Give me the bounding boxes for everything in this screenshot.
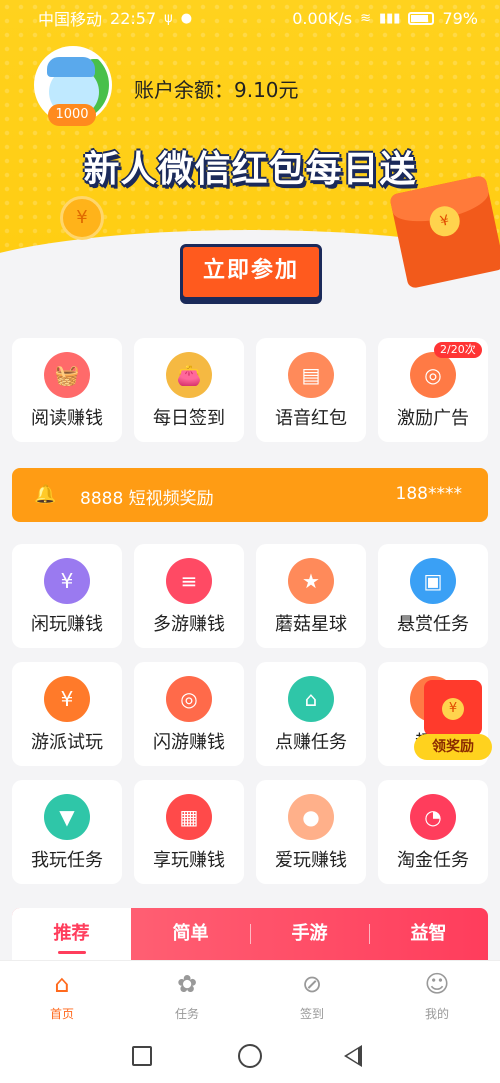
task-label: 淘金任务 <box>397 850 469 871</box>
nav-tasks[interactable]: ✿ 任务 <box>147 969 227 1022</box>
lifebuoy-icon: ◎ <box>410 352 456 398</box>
battery-level: 79% <box>442 8 478 28</box>
recent-apps-icon[interactable] <box>132 1046 152 1066</box>
task-label: 闲玩赚钱 <box>31 614 103 635</box>
basket-icon: 🧺 <box>44 352 90 398</box>
task-label: 点赚任务 <box>275 732 347 753</box>
task-card[interactable]: ● 爱玩赚钱 <box>256 780 366 884</box>
reward-float[interactable]: 领奖励 <box>414 674 492 764</box>
task-card[interactable]: ◔ 淘金任务 <box>378 780 488 884</box>
back-icon[interactable] <box>344 1045 362 1067</box>
red-envelope-icon <box>424 680 482 736</box>
usb-icon: ψ <box>164 10 173 26</box>
bottom-nav: ⌂ 首页 ✿ 任务 ⊘ 签到 ☺ 我的 <box>0 960 500 1030</box>
user-icon: ☺ <box>424 970 450 998</box>
nav-label: 签到 <box>299 1007 324 1021</box>
nav-label: 首页 <box>49 1007 74 1021</box>
carrier-label: 中国移动 <box>38 10 103 29</box>
notice-user: 188**** <box>395 484 462 504</box>
tab-puzzle[interactable]: 益智 <box>369 908 488 960</box>
task-label: 享玩赚钱 <box>153 850 225 871</box>
feature-label: 语音红包 <box>275 408 347 429</box>
tab-simple[interactable]: 简单 <box>131 908 250 960</box>
feature-card[interactable]: 👛 每日签到 <box>134 338 244 442</box>
feature-label: 每日签到 <box>153 408 225 429</box>
task-label: 蘑菇星球 <box>275 614 347 635</box>
feature-card[interactable]: 🧺 阅读赚钱 <box>12 338 122 442</box>
join-button[interactable]: 立即参加 <box>180 244 322 300</box>
piggy-bank-icon: ● <box>288 794 334 840</box>
task-label: 游派试玩 <box>31 732 103 753</box>
task-label: 悬赏任务 <box>397 614 469 635</box>
task-label: 多游赚钱 <box>153 614 225 635</box>
task-card[interactable]: ▼ 我玩任务 <box>12 780 122 884</box>
task-card[interactable]: ▦ 享玩赚钱 <box>134 780 244 884</box>
wallet-icon: 👛 <box>166 352 212 398</box>
nav-label: 任务 <box>174 1007 199 1021</box>
count-badge: 2/20次 <box>434 342 482 358</box>
bell-icon: 🔔 <box>34 484 57 505</box>
category-tabs: 推荐 简单 手游 益智 <box>12 908 488 960</box>
banknote-icon: ¥ <box>44 676 90 722</box>
home-circle-icon[interactable] <box>238 1044 262 1068</box>
pie-chart-icon: ◔ <box>410 794 456 840</box>
red-envelope-icon: ¥ <box>389 174 500 290</box>
task-card[interactable]: ▣ 悬赏任务 <box>378 544 488 648</box>
nav-profile[interactable]: ☺ 我的 <box>397 969 477 1022</box>
apps-icon: ▦ <box>166 794 212 840</box>
task-card[interactable]: ⌂ 点赚任务 <box>256 662 366 766</box>
task-card[interactable]: ◎ 闪游赚钱 <box>134 662 244 766</box>
task-label: 我玩任务 <box>31 850 103 871</box>
house-icon: ⌂ <box>288 676 334 722</box>
qq-icon: ● <box>180 10 193 26</box>
status-bar: 中国移动 22:57 ψ ● 0.00K/s ≋ ▮▮▮ 79% <box>0 0 500 36</box>
notice-message: 8888 短视频奖励 <box>80 489 214 509</box>
task-card[interactable]: ¥ 闲玩赚钱 <box>12 544 122 648</box>
star-bookmark-icon: ★ <box>288 558 334 604</box>
avatar-hat <box>47 57 95 77</box>
feature-label: 阅读赚钱 <box>31 408 103 429</box>
nav-checkin[interactable]: ⊘ 签到 <box>272 969 352 1022</box>
net-speed: 0.00K/s <box>292 8 353 28</box>
tab-mobile-games[interactable]: 手游 <box>250 908 369 960</box>
lifebuoy-icon: ◎ <box>166 676 212 722</box>
task-label: 闪游赚钱 <box>153 732 225 753</box>
task-card[interactable]: ¥ 游派试玩 <box>12 662 122 766</box>
notice-bar[interactable]: 🔔 8888 短视频奖励 188**** <box>12 468 488 522</box>
wifi-icon: ≋ <box>360 10 371 26</box>
voice-icon: ▤ <box>288 352 334 398</box>
task-card[interactable]: ★ 蘑菇星球 <box>256 544 366 648</box>
grid-icon: ✿ <box>176 970 198 998</box>
nav-home[interactable]: ⌂ 首页 <box>22 969 102 1022</box>
feature-card[interactable]: ▤ 语音红包 <box>256 338 366 442</box>
feature-label: 激励广告 <box>397 408 469 429</box>
system-nav-bar <box>0 1030 500 1083</box>
level-badge: 1000 <box>48 104 96 126</box>
home-icon: ⌂ <box>54 970 70 998</box>
nav-label: 我的 <box>424 1007 449 1021</box>
tab-recommend[interactable]: 推荐 <box>12 908 131 960</box>
tie-icon: ▼ <box>44 794 90 840</box>
game-console-icon: ▣ <box>410 558 456 604</box>
signal-icon: ▮▮▮ <box>378 10 401 26</box>
promo-title: 新人微信红包每日送 <box>83 149 417 190</box>
monitor-icon: ¥ <box>44 558 90 604</box>
coins-icon: ≡ <box>166 558 212 604</box>
battery-icon <box>408 11 435 25</box>
task-card[interactable]: ≡ 多游赚钱 <box>134 544 244 648</box>
task-label: 爱玩赚钱 <box>275 850 347 871</box>
compass-icon: ⊘ <box>301 970 323 998</box>
clock: 22:57 <box>110 8 157 28</box>
coin-icon: ¥ <box>60 196 104 240</box>
account-balance: 账户余额：9.10元 <box>134 78 299 102</box>
reward-label: 领奖励 <box>414 734 492 760</box>
feature-card[interactable]: ◎ 激励广告 2/20次 <box>378 338 488 442</box>
